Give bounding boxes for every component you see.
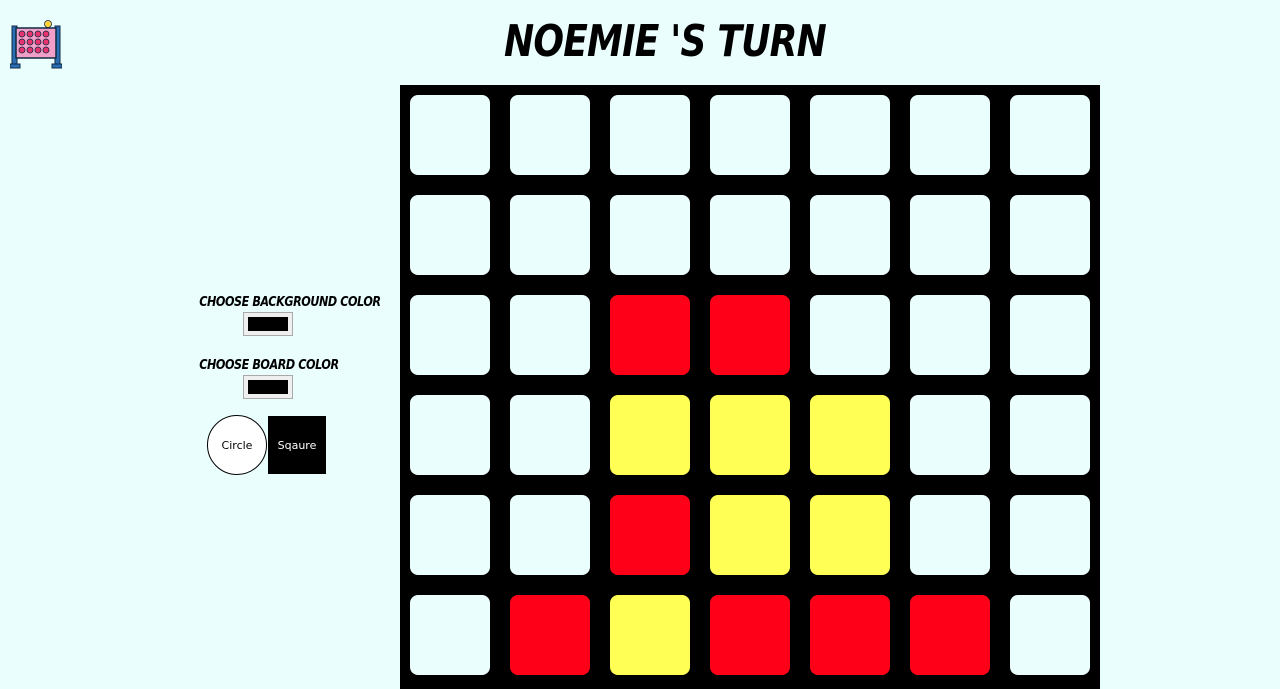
circle-button[interactable]: Circle xyxy=(207,415,267,475)
board-cell-r4-c3-yellow-piece[interactable] xyxy=(610,395,690,475)
board-cell-r5-c4-yellow-piece[interactable] xyxy=(710,495,790,575)
board-cell-r1-c1-empty[interactable] xyxy=(410,95,490,175)
board-cell-r3-c6-empty[interactable] xyxy=(910,295,990,375)
board-color-swatch xyxy=(248,380,288,394)
board-cell-r6-c7-empty[interactable] xyxy=(1010,595,1090,675)
board-cell-r2-c3-empty[interactable] xyxy=(610,195,690,275)
board-cell-r2-c4-empty[interactable] xyxy=(710,195,790,275)
board-cell-r6-c3-yellow-piece[interactable] xyxy=(610,595,690,675)
board-cell-r5-c5-yellow-piece[interactable] xyxy=(810,495,890,575)
connect-four-icon xyxy=(9,20,63,70)
board-cell-r4-c1-empty[interactable] xyxy=(410,395,490,475)
board-cell-r4-c7-empty[interactable] xyxy=(1010,395,1090,475)
board-cell-r6-c2-red-piece[interactable] xyxy=(510,595,590,675)
board-cell-r1-c6-empty[interactable] xyxy=(910,95,990,175)
board-cell-r3-c5-empty[interactable] xyxy=(810,295,890,375)
board-cell-r4-c6-empty[interactable] xyxy=(910,395,990,475)
background-color-picker[interactable] xyxy=(243,312,293,336)
board-cell-r3-c7-empty[interactable] xyxy=(1010,295,1090,375)
board-color-label: CHOOSE BOARD COLOR xyxy=(199,358,339,373)
board-cell-r2-c7-empty[interactable] xyxy=(1010,195,1090,275)
settings-panel: CHOOSE BACKGROUND COLOR CHOOSE BOARD COL… xyxy=(188,295,381,399)
board-cell-r5-c6-empty[interactable] xyxy=(910,495,990,575)
background-color-group: CHOOSE BACKGROUND COLOR xyxy=(188,295,381,336)
board-cell-r2-c2-empty[interactable] xyxy=(510,195,590,275)
board-cell-r5-c1-empty[interactable] xyxy=(410,495,490,575)
square-button[interactable]: Sqaure xyxy=(268,416,326,474)
board-cell-r4-c2-empty[interactable] xyxy=(510,395,590,475)
board-cell-r1-c2-empty[interactable] xyxy=(510,95,590,175)
board-color-group: CHOOSE BOARD COLOR xyxy=(188,358,348,399)
board-cell-r6-c5-red-piece[interactable] xyxy=(810,595,890,675)
board-cell-r3-c3-red-piece[interactable] xyxy=(610,295,690,375)
game-board xyxy=(400,85,1100,689)
board-cell-r1-c4-empty[interactable] xyxy=(710,95,790,175)
page-title: NOEMIE 'S TURN xyxy=(503,16,827,67)
board-color-picker[interactable] xyxy=(243,375,293,399)
board-cell-r6-c1-empty[interactable] xyxy=(410,595,490,675)
board-cell-r6-c6-red-piece[interactable] xyxy=(910,595,990,675)
board-cell-r4-c4-yellow-piece[interactable] xyxy=(710,395,790,475)
board-cell-r4-c5-yellow-piece[interactable] xyxy=(810,395,890,475)
board-cell-r3-c4-red-piece[interactable] xyxy=(710,295,790,375)
board-cell-r2-c5-empty[interactable] xyxy=(810,195,890,275)
background-color-swatch xyxy=(248,317,288,331)
board-cell-r2-c1-empty[interactable] xyxy=(410,195,490,275)
board-cell-r6-c4-red-piece[interactable] xyxy=(710,595,790,675)
board-cell-r3-c2-empty[interactable] xyxy=(510,295,590,375)
background-color-label: CHOOSE BACKGROUND COLOR xyxy=(199,295,381,310)
board-cell-r3-c1-empty[interactable] xyxy=(410,295,490,375)
board-cell-r5-c7-empty[interactable] xyxy=(1010,495,1090,575)
board-cell-r1-c5-empty[interactable] xyxy=(810,95,890,175)
board-cell-r2-c6-empty[interactable] xyxy=(910,195,990,275)
board-cell-r5-c2-empty[interactable] xyxy=(510,495,590,575)
board-cell-r1-c7-empty[interactable] xyxy=(1010,95,1090,175)
board-cell-r5-c3-red-piece[interactable] xyxy=(610,495,690,575)
board-cell-r1-c3-empty[interactable] xyxy=(610,95,690,175)
